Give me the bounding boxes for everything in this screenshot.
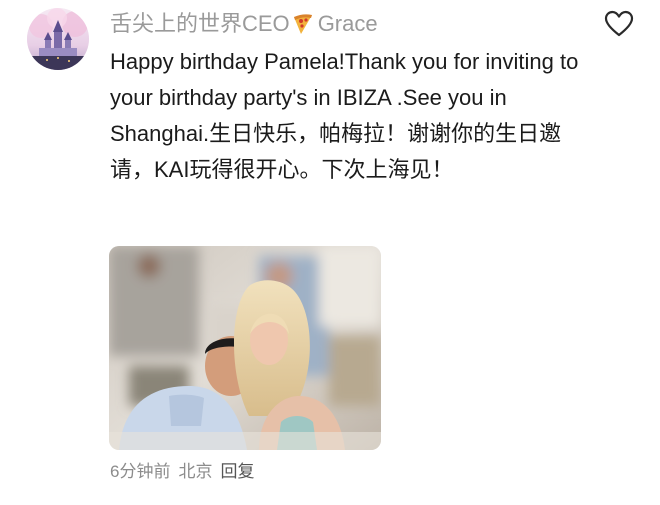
comment-meta: 6分钟前 北京 回复 [110, 460, 262, 484]
heart-outline-icon [604, 10, 634, 37]
like-button[interactable] [604, 10, 634, 38]
user-avatar[interactable] [27, 8, 89, 70]
reply-button[interactable]: 回复 [220, 462, 254, 481]
party-photo-image [109, 246, 381, 450]
username-text: 舌尖上的世界CEO [110, 11, 290, 36]
comment-photo[interactable] [109, 246, 381, 450]
pizza-icon [292, 13, 314, 43]
username-suffix: Grace [317, 11, 378, 36]
comment-text: Happy birthday Pamela!Thank you for invi… [110, 49, 579, 182]
comment-location: 北京 [178, 462, 213, 481]
comment-item: 舌尖上的世界CEO Grace Happy birthday Pamela!Tha… [0, 0, 660, 505]
comment-time: 6分钟前 [110, 462, 171, 481]
castle-avatar-image [27, 8, 89, 70]
username[interactable]: 舌尖上的世界CEO Grace [110, 9, 378, 43]
